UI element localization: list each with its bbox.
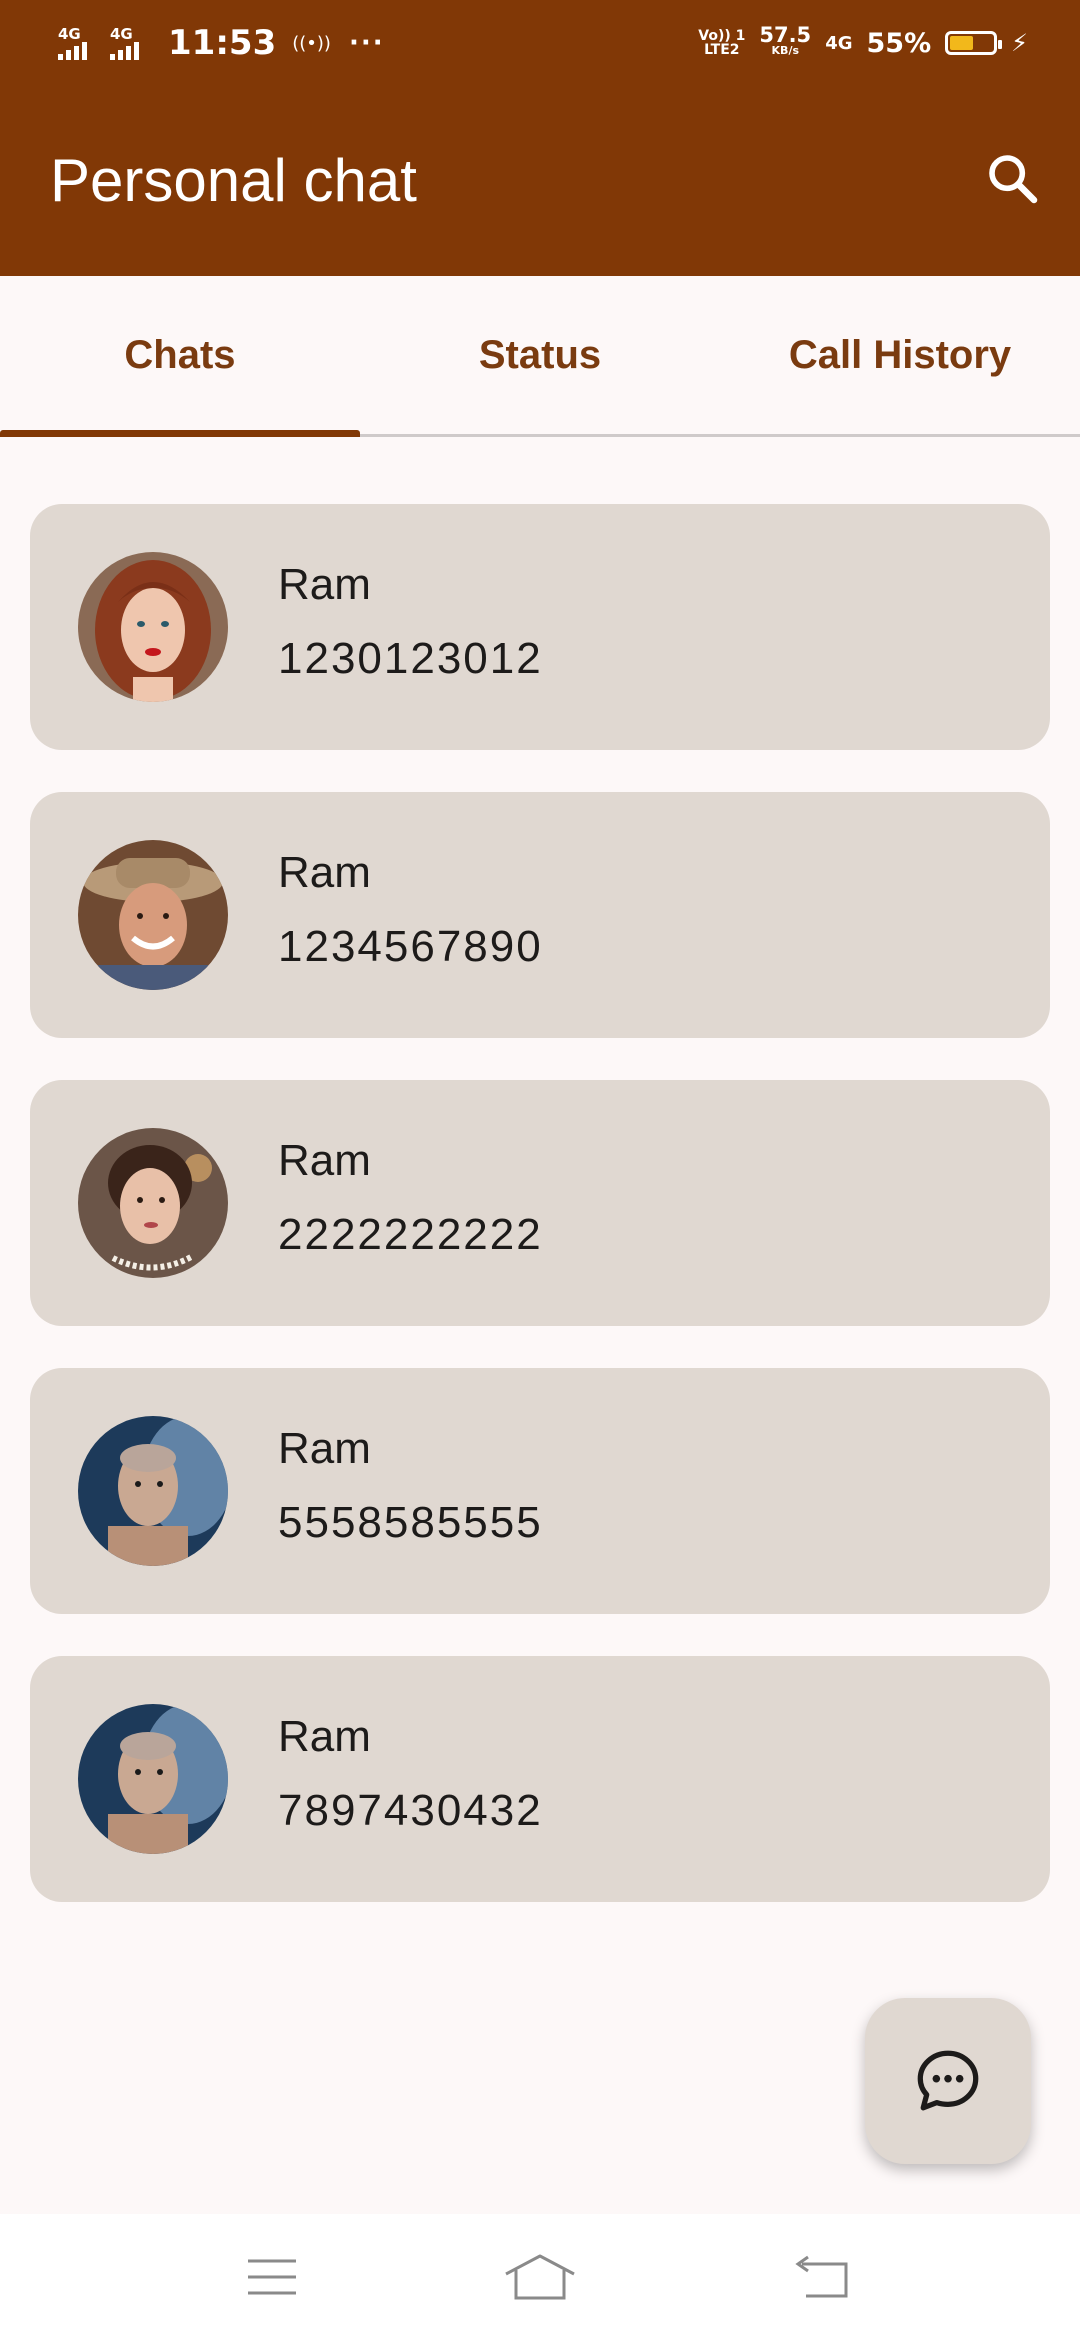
contact-name: Ram [278,560,371,609]
network-type-icon: 4G [825,32,853,54]
contact-name: Ram [278,1712,371,1761]
contact-name: Ram [278,1136,371,1185]
chat-list: Ram 1230123012 Ram 1234567890 Ram 222222… [30,504,1050,1944]
list-item[interactable]: Ram 1234567890 [30,792,1050,1038]
contact-phone: 1234567890 [278,922,543,971]
list-item[interactable]: Ram 7897430432 [30,1656,1050,1902]
chat-bubble-icon [917,2050,979,2111]
app-bar: Personal chat [0,84,1080,276]
status-right: Vo)) 1 LTE2 57.5 KB/s 4G 55% ⚡ [698,18,1028,68]
volte-bottom: LTE2 [704,42,740,58]
page-title: Personal chat [50,147,417,214]
menu-icon [248,2259,296,2295]
contact-phone: 1230123012 [278,634,543,683]
charging-icon: ⚡ [1011,29,1028,57]
tab-chats[interactable]: Chats [0,276,360,437]
nav-back-button[interactable] [772,2242,872,2312]
more-notifications-icon: ··· [348,28,385,58]
sim2-signal-icon: 4G [110,24,150,60]
search-icon [989,155,1038,204]
speed-value: 57.5 [759,23,812,47]
tab-call-history[interactable]: Call History [720,276,1080,434]
status-bar: 4G 4G 11:53 ((•)) ··· Vo)) 1 LTE2 57.5 K… [0,0,1080,84]
network-speed: 57.5 KB/s [759,23,812,59]
tab-chats-label: Chats [124,332,236,377]
list-item[interactable]: Ram 1230123012 [30,504,1050,750]
sim2-label: 4G [110,24,133,43]
avatar [78,552,228,702]
tab-indicator [0,430,360,437]
volte-icon: Vo)) 1 LTE2 [698,29,745,57]
avatar-woman-pearls-icon [78,1128,228,1278]
list-item[interactable]: Ram 5558585555 [30,1368,1050,1614]
home-icon [505,2254,575,2300]
battery-fill [950,36,974,50]
hotspot-icon: ((•)) [292,32,331,54]
system-nav-bar [0,2214,1080,2340]
contact-phone: 7897430432 [278,1786,543,1835]
avatar-man-smoke-icon [78,1416,228,1566]
tab-bar: Chats Status Call History [0,276,1080,437]
battery-icon [945,31,1003,55]
avatar [78,840,228,990]
back-icon [795,2255,848,2298]
avatar [78,1704,228,1854]
contact-phone: 5558585555 [278,1498,543,1547]
tab-status[interactable]: Status [360,276,720,434]
nav-home-button[interactable] [490,2242,590,2312]
contact-phone: 2222222222 [278,1210,543,1259]
sim1-label: 4G [58,24,81,43]
status-left: 4G 4G 11:53 ((•)) ··· [58,18,385,68]
avatar [78,1128,228,1278]
contact-name: Ram [278,1424,371,1473]
tab-call-history-label: Call History [788,332,1012,377]
contact-name: Ram [278,848,371,897]
clock: 11:53 [168,23,277,63]
list-item[interactable]: Ram 2222222222 [30,1080,1050,1326]
avatar [78,1416,228,1566]
avatar-man-hat-icon [78,840,228,990]
battery-percent: 55% [866,27,932,59]
tab-status-label: Status [478,332,602,377]
search-button[interactable] [974,140,1052,218]
avatar-man-smoke-icon [78,1704,228,1854]
sim1-signal-icon: 4G [58,24,98,60]
nav-menu-button[interactable] [222,2242,322,2312]
new-chat-button[interactable] [865,1998,1031,2164]
avatar-woman-red-hair-icon [78,552,228,702]
